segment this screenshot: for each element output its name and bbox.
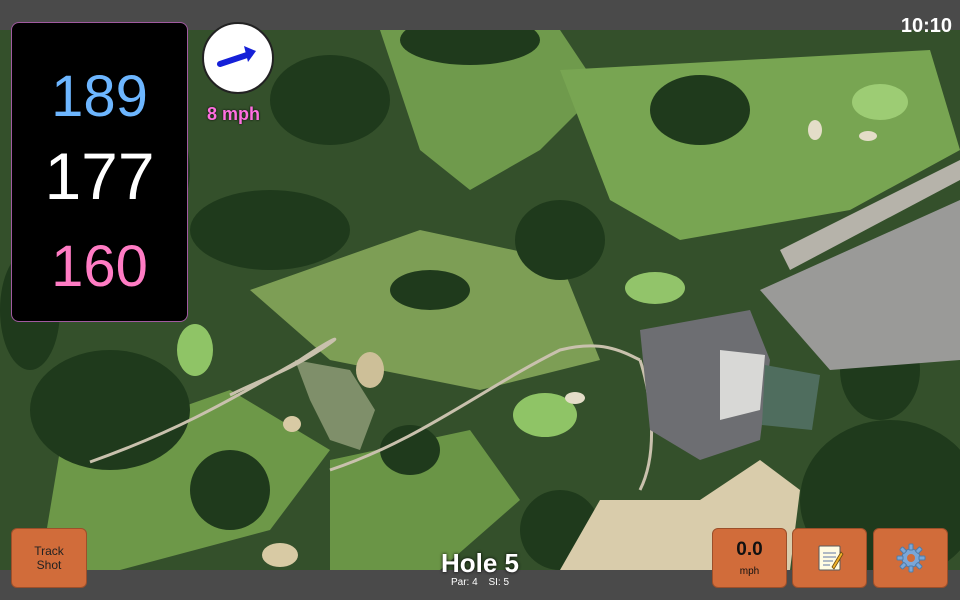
middle-of-green-distance: 177 <box>44 139 155 213</box>
clock: 10:10 <box>900 15 952 37</box>
bunker <box>565 392 585 404</box>
green-1 <box>852 84 908 120</box>
distance-panel: 189 177 160 <box>11 22 188 322</box>
green-2 <box>625 272 685 304</box>
settings-button[interactable] <box>873 528 948 588</box>
wind-speed: 8 mph <box>207 104 261 124</box>
notes-button[interactable] <box>792 528 867 588</box>
bunker <box>859 131 877 141</box>
arrow-icon <box>217 46 256 67</box>
gear-icon <box>896 543 925 573</box>
green-roof-building <box>762 365 820 430</box>
hole-stroke-index: SI: 5 <box>488 577 510 588</box>
hole-par: Par: 4 <box>450 577 478 588</box>
green-4 <box>177 324 213 376</box>
speed-value: 0.0 <box>736 538 763 560</box>
clubhouse-terrace <box>720 350 765 420</box>
front-of-green-distance: 160 <box>51 234 148 299</box>
bunker <box>283 416 301 432</box>
bunker <box>808 120 822 140</box>
notepad-icon <box>818 545 844 571</box>
back-of-green-distance: 189 <box>51 64 148 129</box>
speed-unit: mph <box>739 565 760 577</box>
wind-indicator <box>202 22 274 94</box>
speed-button[interactable]: 0.0 mph <box>712 528 787 588</box>
bunker <box>356 352 384 388</box>
